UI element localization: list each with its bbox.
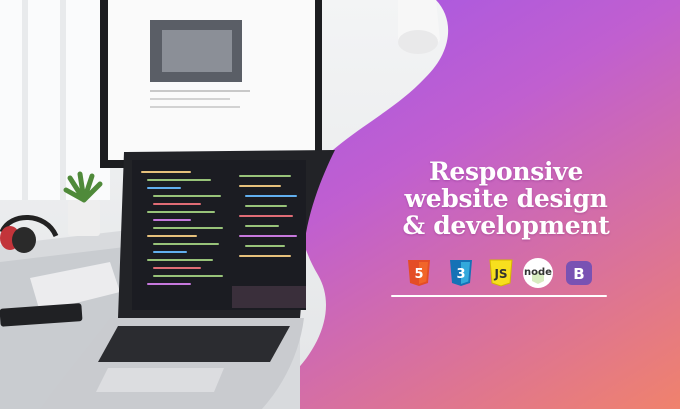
nodejs-icon-label: node bbox=[524, 267, 552, 278]
tech-icons-row: 5 3 JS node B bbox=[404, 258, 604, 290]
javascript-icon: JS bbox=[489, 259, 513, 287]
css3-icon-label: 3 bbox=[456, 267, 465, 282]
bootstrap-icon-label: B bbox=[573, 265, 584, 283]
divider-line bbox=[391, 295, 607, 297]
headline-line-1: Responsive bbox=[428, 157, 584, 186]
headline: Responsive website design & development bbox=[372, 158, 640, 239]
headline-line-2: website design bbox=[404, 184, 608, 213]
html5-icon: 5 bbox=[408, 260, 430, 286]
nodejs-icon: node bbox=[523, 258, 553, 288]
html5-icon-label: 5 bbox=[414, 267, 423, 282]
headline-line-3: & development bbox=[402, 211, 610, 240]
javascript-icon-label: JS bbox=[493, 267, 507, 281]
bootstrap-icon: B bbox=[566, 261, 592, 285]
css3-icon: 3 bbox=[450, 260, 472, 286]
